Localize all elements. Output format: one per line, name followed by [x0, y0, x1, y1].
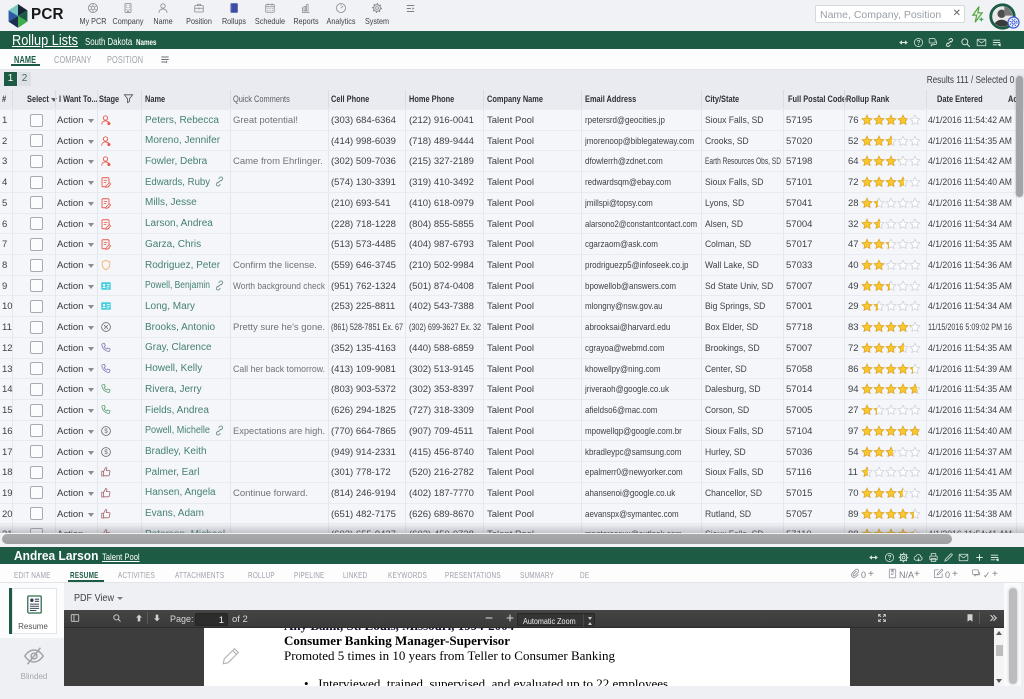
svg-text:$: $ [104, 450, 108, 456]
svg-text:$: $ [104, 429, 108, 435]
